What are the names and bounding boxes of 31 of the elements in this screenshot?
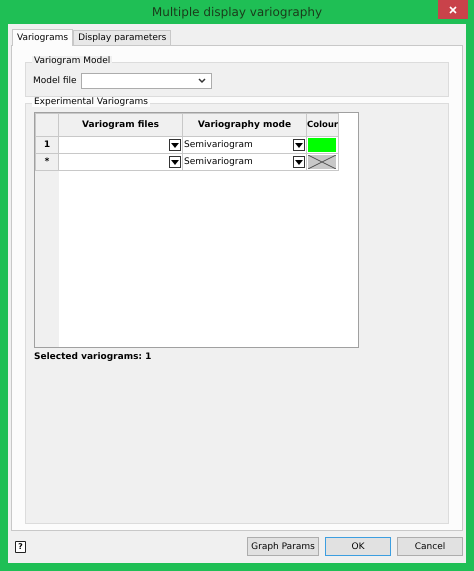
column-header: Colour: [306, 114, 339, 136]
selection-count: Selected variograms: 1: [34, 352, 152, 362]
column-header: Variography mode: [182, 114, 306, 136]
dialog-button[interactable]: Graph Params: [247, 537, 319, 556]
tab[interactable]: Display parameters: [73, 30, 172, 45]
dialog-button[interactable]: Cancel: [397, 537, 463, 556]
chevron-icon: [198, 78, 206, 84]
window-title: Multiple display variography: [152, 5, 322, 19]
dropdown-button[interactable]: [293, 156, 305, 168]
close-icon: [449, 6, 457, 14]
table-cell: Semivariogram: [183, 157, 253, 167]
triangle-icon: [295, 142, 303, 148]
no-colour-icon[interactable]: [308, 155, 336, 169]
row-header[interactable]: *: [36, 154, 58, 170]
tab[interactable]: Variograms: [12, 29, 74, 46]
field-label: Model file: [33, 76, 77, 86]
group-title: Experimental Variograms: [32, 97, 150, 107]
column-header: Variogram files: [58, 114, 182, 136]
dropdown-button[interactable]: [169, 139, 181, 151]
triangle-icon: [171, 142, 179, 148]
colour-swatch[interactable]: [308, 138, 336, 152]
row-header[interactable]: 1: [36, 136, 58, 154]
dropdown-button[interactable]: [293, 139, 305, 151]
dialog-button[interactable]: OK: [325, 537, 391, 556]
dropdown-button[interactable]: [169, 156, 181, 168]
help-button[interactable]: ?: [15, 540, 26, 552]
group-title: Variogram Model: [32, 56, 112, 66]
triangle-icon: [295, 160, 303, 164]
close-button[interactable]: [438, 0, 468, 19]
table-cell: Semivariogram: [183, 140, 253, 150]
triangle-icon: [171, 160, 179, 164]
